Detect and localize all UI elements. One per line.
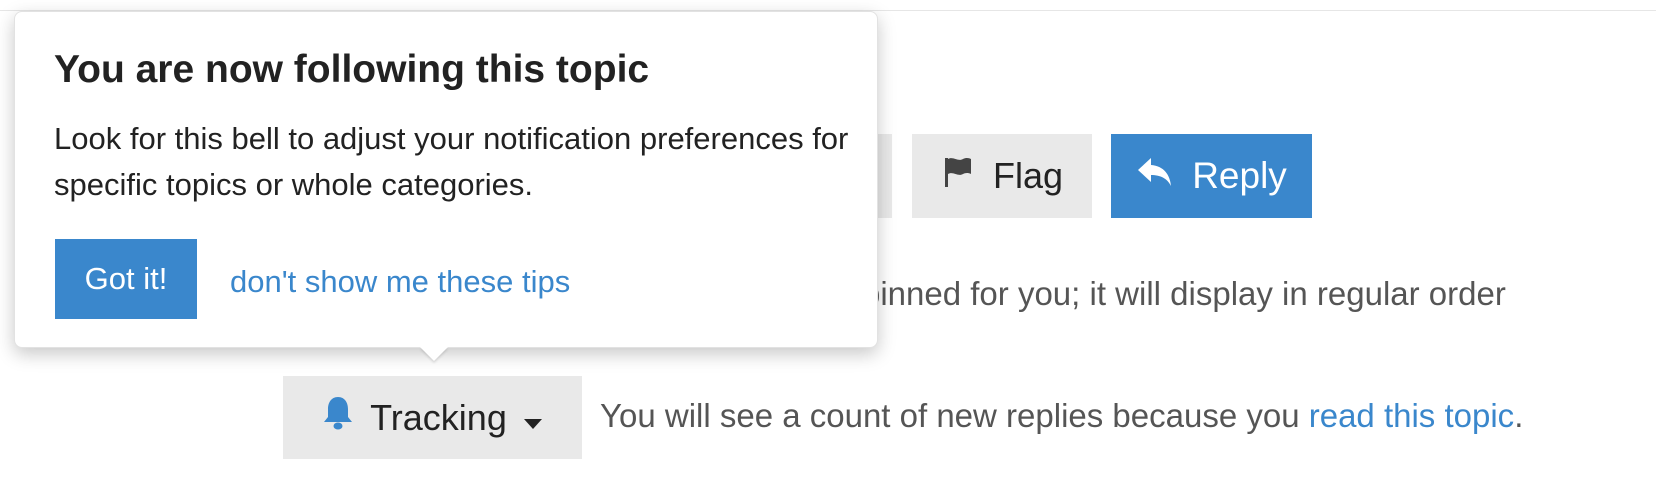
dont-show-tips-link[interactable]: don't show me these tips <box>230 264 570 300</box>
flag-icon <box>941 155 975 198</box>
bell-icon <box>322 395 354 440</box>
popup-title: You are now following this topic <box>54 48 650 91</box>
reply-button[interactable]: Reply <box>1111 134 1312 218</box>
flag-button-label: Flag <box>992 155 1064 196</box>
notification-description-text: You will see a count of new replies beca… <box>600 397 1309 434</box>
notification-description: You will see a count of new replies beca… <box>600 397 1523 435</box>
popup-pointer <box>420 347 448 361</box>
pinned-notice-text: pinned for you; it will display in regul… <box>862 275 1506 312</box>
tip-popup: You are now following this topic Look fo… <box>14 11 878 348</box>
read-this-topic-link[interactable]: read this topic <box>1309 397 1514 434</box>
popup-body: Look for this bell to adjust your notifi… <box>54 121 849 202</box>
reply-button-label: Reply <box>1192 155 1287 196</box>
reply-icon <box>1136 155 1174 198</box>
flag-button[interactable]: Flag <box>912 134 1092 218</box>
caret-down-icon <box>523 397 543 439</box>
notification-description-end: . <box>1514 397 1524 434</box>
notification-level-dropdown[interactable]: Tracking <box>283 376 582 459</box>
got-it-button[interactable]: Got it! <box>55 239 197 319</box>
notification-level-label: Tracking <box>370 396 507 438</box>
